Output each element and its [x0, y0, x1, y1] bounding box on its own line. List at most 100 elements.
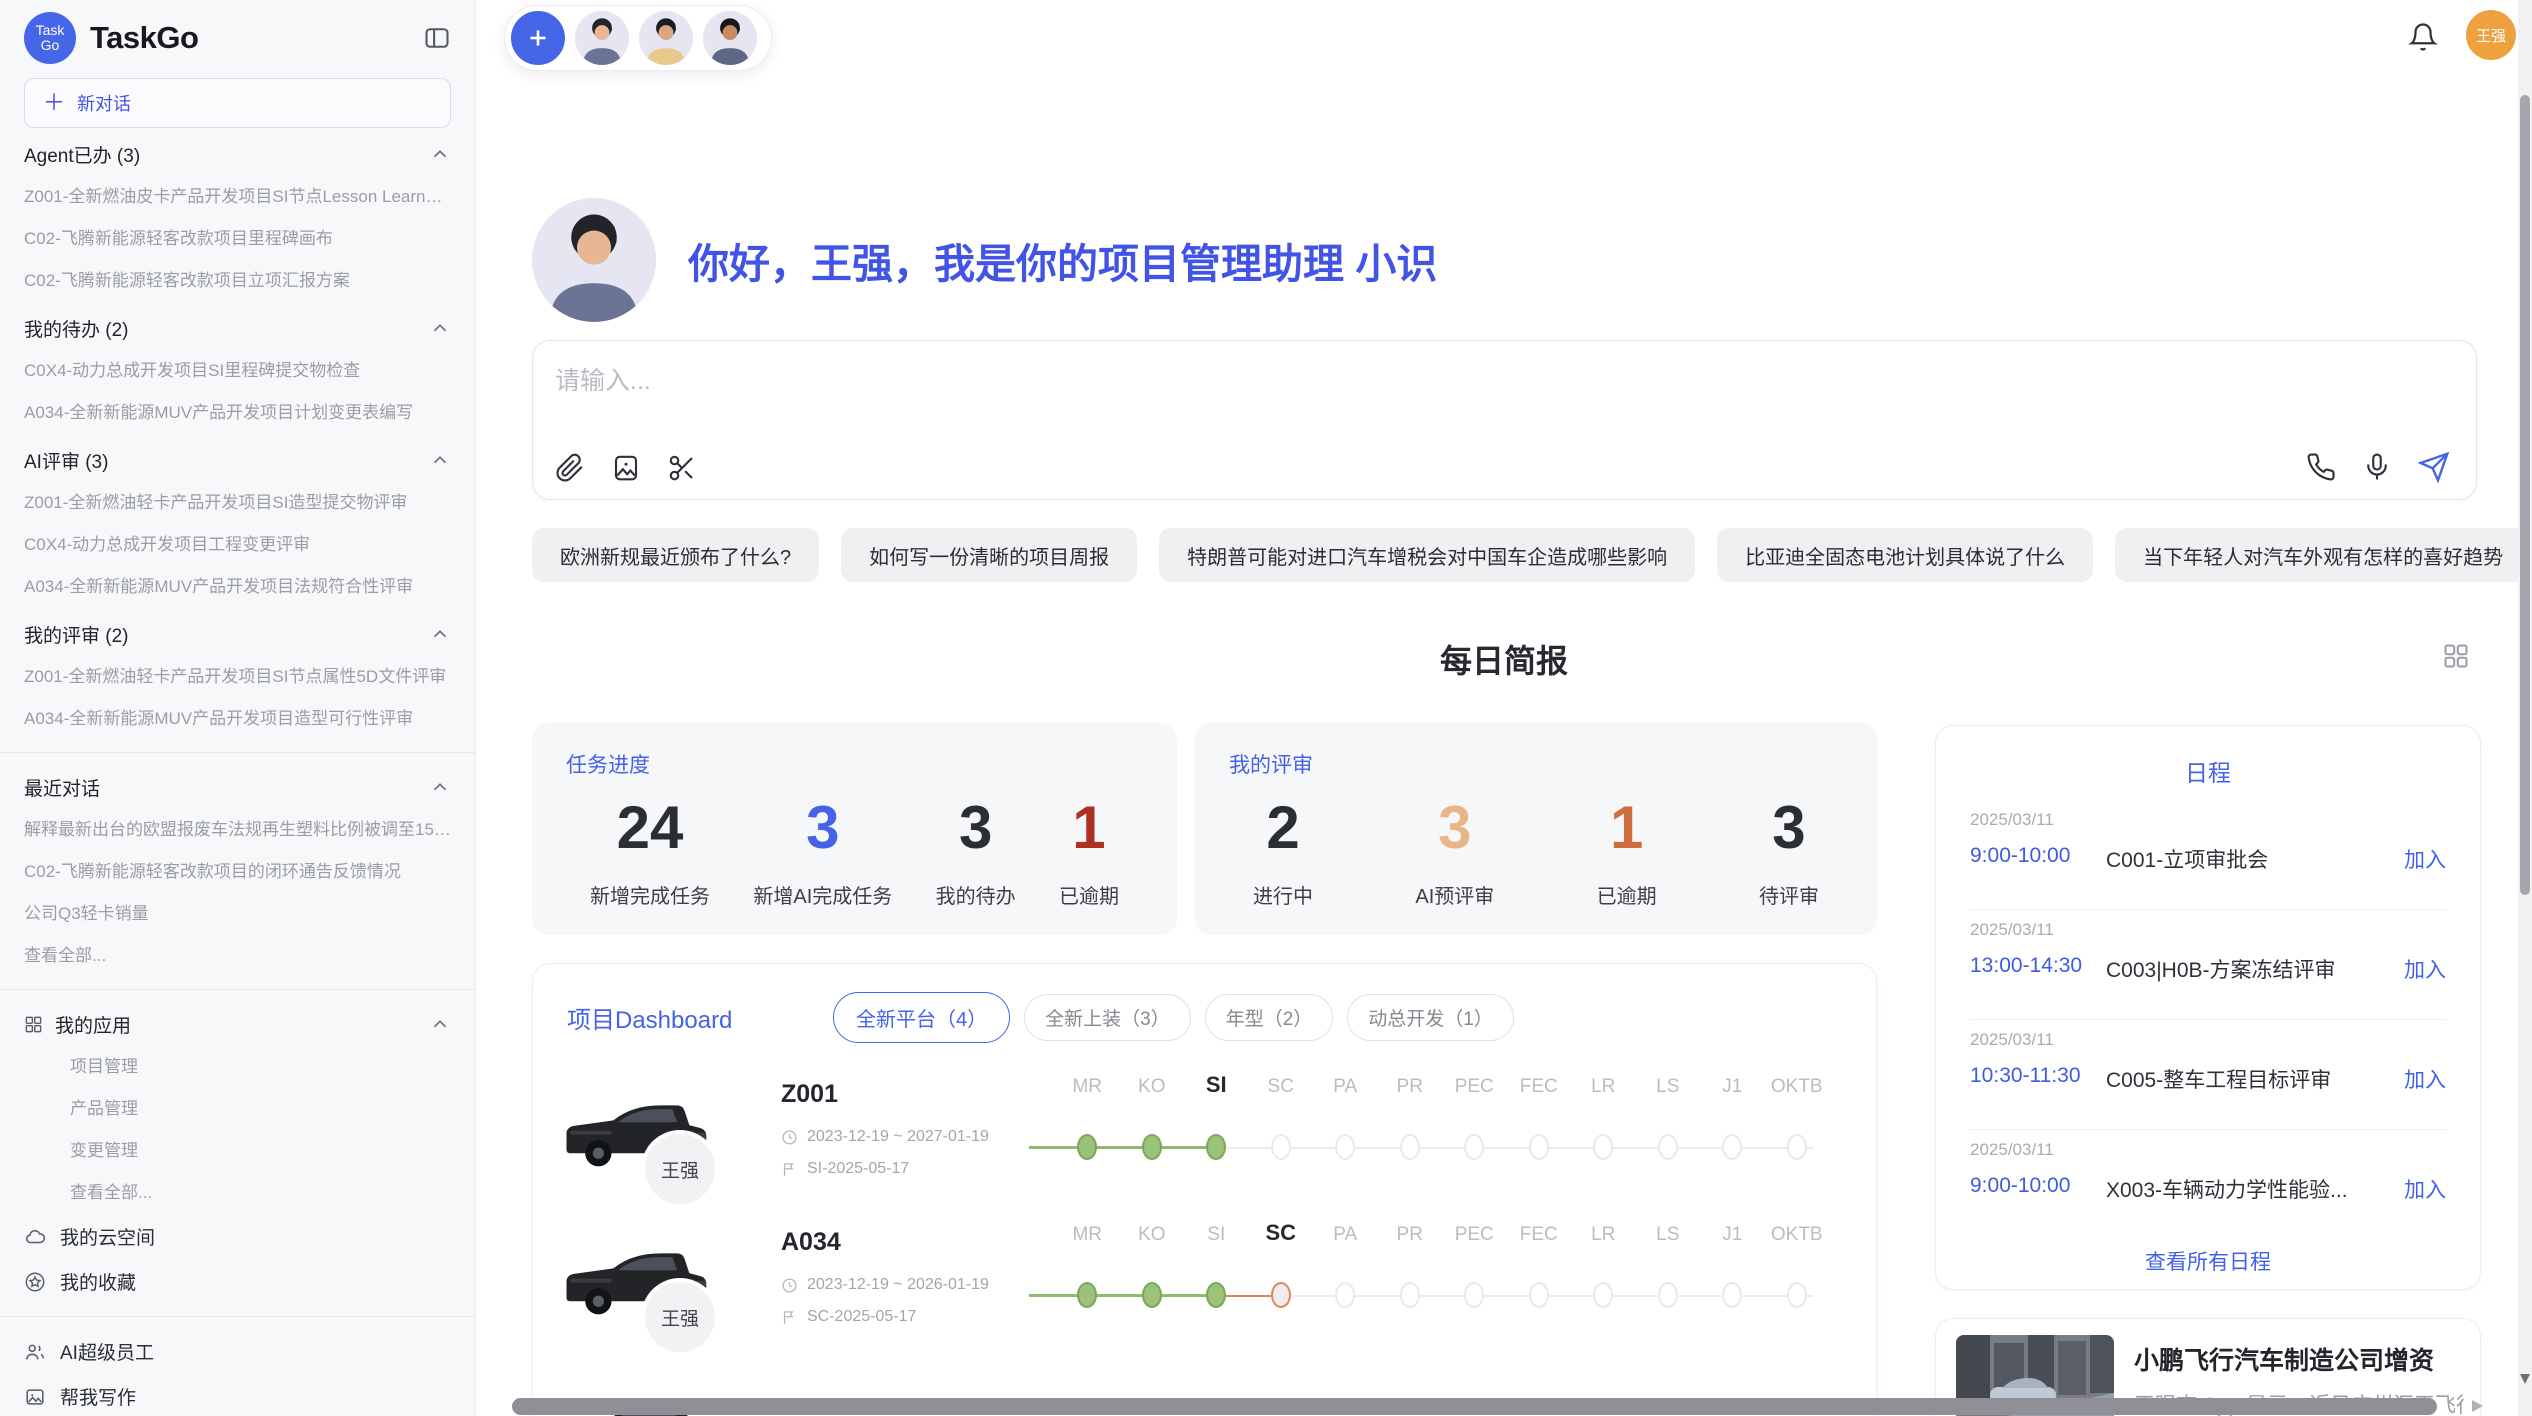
suggestion-chip[interactable]: 欧洲新规最近颁布了什么? — [532, 528, 819, 582]
suggestion-chip[interactable]: 当下年轻人对汽车外观有怎样的喜好趋势 — [2115, 528, 2531, 582]
suggestion-chip[interactable]: 比亚迪全固态电池计划具体说了什么 — [1717, 528, 2093, 582]
stat: 1已逾期 — [1597, 793, 1657, 909]
app-title: TaskGo — [90, 20, 198, 56]
scissors-icon[interactable] — [667, 453, 697, 483]
suggestion-chip[interactable]: 特朗普可能对进口汽车增税会对中国车企造成哪些影响 — [1159, 528, 1695, 582]
sidebar-item[interactable]: C02-飞腾新能源轻客改款项目里程碑画布 — [24, 218, 451, 260]
schedule-date: 2025/03/11 — [1970, 1140, 2054, 1160]
sidebar-header: Task Go TaskGo — [24, 12, 451, 64]
schedule-time: 9:00-10:00 — [1970, 1174, 2070, 1198]
sidebar-app-item[interactable]: 项目管理 — [24, 1046, 451, 1088]
sidebar-item[interactable]: 公司Q3轻卡销量 — [24, 893, 451, 935]
milestone-label: OKTB — [1765, 1224, 1830, 1246]
milestone-label: LS — [1636, 1076, 1701, 1098]
user-avatar[interactable]: 王强 — [2466, 10, 2516, 60]
assistant-avatar-1[interactable] — [575, 11, 629, 65]
sidebar-item[interactable]: C0X4-动力总成开发项目工程变更评审 — [24, 524, 451, 566]
chevron-up-icon[interactable] — [429, 317, 451, 339]
chevron-up-icon[interactable] — [429, 623, 451, 645]
vertical-scrollbar[interactable] — [2518, 0, 2532, 1416]
section-title-text: 我的评审 (2) — [24, 621, 129, 648]
chat-input[interactable] — [555, 361, 1955, 401]
milestone-dot-cell — [1636, 1282, 1701, 1308]
sidebar-item[interactable]: A034-全新新能源MUV产品开发项目造型可行性评审 — [24, 698, 451, 740]
phone-icon[interactable] — [2306, 452, 2336, 482]
briefing-card-title: 我的评审 — [1229, 749, 1313, 779]
milestone-label: PA — [1313, 1076, 1378, 1098]
section-title-text: Agent已办 (3) — [24, 141, 140, 168]
milestone-dot — [1464, 1134, 1484, 1160]
horizontal-scrollbar-thumb[interactable] — [512, 1398, 2437, 1415]
paperclip-icon[interactable] — [555, 453, 585, 483]
join-meeting-link[interactable]: 加入 — [2404, 1064, 2446, 1094]
milestone-dot-cell — [1700, 1282, 1765, 1308]
milestone-dot — [1400, 1282, 1420, 1308]
sidebar-item-star[interactable]: 我的收藏 — [24, 1259, 451, 1304]
dashboard-filter-tab[interactable]: 全新上装（3） — [1024, 994, 1191, 1041]
briefing-card: 任务进度24新增完成任务3新增AI完成任务3我的待办1已逾期 — [532, 723, 1177, 935]
sidebar-item-cloud[interactable]: 我的云空间 — [24, 1214, 451, 1259]
join-meeting-link[interactable]: 加入 — [2404, 844, 2446, 874]
sidebar-item[interactable]: 解释最新出台的欧盟报废车法规再生塑料比例被调至15%... — [24, 809, 451, 851]
horizontal-scrollbar[interactable] — [512, 1398, 2462, 1415]
section-title-text: AI评审 (3) — [24, 447, 108, 474]
view-all-schedule-link[interactable]: 查看所有日程 — [1936, 1246, 2480, 1276]
join-meeting-link[interactable]: 加入 — [2404, 954, 2446, 984]
milestone-label: FEC — [1507, 1224, 1572, 1246]
sidebar-row-label: 帮我写作 — [60, 1383, 136, 1410]
view-all-conversations-link[interactable]: 查看全部... — [24, 935, 451, 977]
notification-bell-icon[interactable] — [2408, 22, 2438, 57]
project-row: 王强A0342023-12-19 ~ 2026-01-19SC-2025-05-… — [533, 1212, 1876, 1360]
sidebar-item[interactable]: A034-全新新能源MUV产品开发项目计划变更表编写 — [24, 392, 451, 434]
sidebar-app-item[interactable]: 产品管理 — [24, 1088, 451, 1130]
sidebar-item[interactable]: Z001-全新燃油轻卡产品开发项目SI造型提交物评审 — [24, 482, 451, 524]
dashboard-filter-tab[interactable]: 动总开发（1） — [1347, 994, 1514, 1041]
sidebar-item[interactable]: Z001-全新燃油皮卡产品开发项目SI节点Lesson Learn报告 — [24, 176, 451, 218]
sidebar-collapse-icon[interactable] — [423, 24, 451, 52]
stat: 3我的待办 — [936, 793, 1016, 909]
dashboard-filter-tab[interactable]: 年型（2） — [1205, 994, 1334, 1041]
schedule-card: 日程 2025/03/119:00-10:00C001-立项审批会加入2025/… — [1935, 725, 2481, 1290]
sidebar-item[interactable]: Z001-全新燃油轻卡产品开发项目SI节点属性5D文件评审 — [24, 656, 451, 698]
join-meeting-link[interactable]: 加入 — [2404, 1174, 2446, 1204]
milestone-dot — [1593, 1134, 1613, 1160]
new-chat-button[interactable]: ＋ 新对话 — [24, 78, 451, 128]
sidebar-tool-item[interactable]: AI超级员工 — [24, 1329, 451, 1374]
chevron-up-icon[interactable] — [429, 143, 451, 165]
briefing-cards: 任务进度24新增完成任务3新增AI完成任务3我的待办1已逾期我的评审2进行中3A… — [532, 723, 1877, 935]
sidebar-item[interactable]: C02-飞腾新能源轻客改款项目立项汇报方案 — [24, 260, 451, 302]
project-flag: SC-2025-05-17 — [781, 1308, 916, 1326]
schedule-item: 2025/03/119:00-10:00X003-车辆动力学性能验...加入 — [1936, 1130, 2480, 1240]
milestone-dot-cell — [1313, 1282, 1378, 1308]
scroll-down-arrow-icon[interactable] — [2520, 1374, 2530, 1384]
milestone-dot — [1658, 1282, 1678, 1308]
vertical-scrollbar-thumb[interactable] — [2520, 95, 2530, 895]
sidebar-section-title: 我的评审 (2) — [24, 612, 451, 656]
dashboard-filter-tab[interactable]: 全新平台（4） — [833, 992, 1010, 1043]
milestone-dot — [1529, 1134, 1549, 1160]
layout-grid-icon[interactable] — [2442, 642, 2470, 675]
chevron-up-icon[interactable] — [429, 449, 451, 471]
milestone-label: PEC — [1442, 1076, 1507, 1098]
sidebar-app-item[interactable]: 变更管理 — [24, 1130, 451, 1172]
stat-list: 24新增完成任务3新增AI完成任务3我的待办1已逾期 — [532, 793, 1177, 909]
assistant-avatar-3[interactable] — [703, 11, 757, 65]
view-all-apps-link[interactable]: 查看全部... — [24, 1172, 451, 1214]
suggestion-chip[interactable]: 如何写一份清晰的项目周报 — [841, 528, 1137, 582]
sidebar-tool-item[interactable]: 帮我写作 — [24, 1374, 451, 1416]
chevron-up-icon[interactable] — [429, 776, 451, 798]
microphone-icon[interactable] — [2362, 452, 2392, 482]
sidebar-item[interactable]: C02-飞腾新能源轻客改款项目的闭环通告反馈情况 — [24, 851, 451, 893]
sidebar-item[interactable]: A034-全新新能源MUV产品开发项目法规符合性评审 — [24, 566, 451, 608]
cloud-icon — [24, 1226, 46, 1248]
milestone-dot-cell — [1700, 1134, 1765, 1160]
scroll-right-arrow-icon[interactable] — [2472, 1400, 2483, 1412]
send-icon[interactable] — [2418, 451, 2450, 483]
stat-label: 待评审 — [1759, 880, 1819, 909]
add-assistant-button[interactable] — [511, 11, 565, 65]
image-upload-icon[interactable] — [611, 453, 641, 483]
schedule-item: 2025/03/1113:00-14:30C003|H0B-方案冻结评审加入 — [1936, 910, 2480, 1020]
assistant-avatar-2[interactable] — [639, 11, 693, 65]
chevron-up-icon[interactable] — [429, 1013, 451, 1035]
sidebar-item[interactable]: C0X4-动力总成开发项目SI里程碑提交物检查 — [24, 350, 451, 392]
